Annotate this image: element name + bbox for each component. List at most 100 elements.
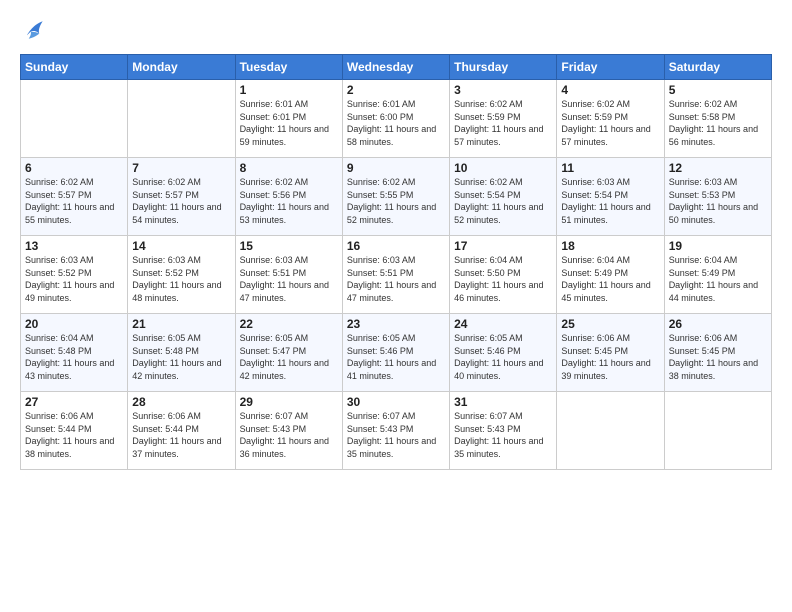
calendar-cell: 7Sunrise: 6:02 AM Sunset: 5:57 PM Daylig… <box>128 158 235 236</box>
weekday-header-row: SundayMondayTuesdayWednesdayThursdayFrid… <box>21 55 772 80</box>
day-info: Sunrise: 6:03 AM Sunset: 5:52 PM Dayligh… <box>132 254 230 304</box>
day-number: 29 <box>240 395 338 409</box>
day-info: Sunrise: 6:02 AM Sunset: 5:59 PM Dayligh… <box>561 98 659 148</box>
day-info: Sunrise: 6:07 AM Sunset: 5:43 PM Dayligh… <box>240 410 338 460</box>
day-info: Sunrise: 6:01 AM Sunset: 6:01 PM Dayligh… <box>240 98 338 148</box>
calendar-cell: 21Sunrise: 6:05 AM Sunset: 5:48 PM Dayli… <box>128 314 235 392</box>
calendar-cell: 25Sunrise: 6:06 AM Sunset: 5:45 PM Dayli… <box>557 314 664 392</box>
day-number: 2 <box>347 83 445 97</box>
day-number: 12 <box>669 161 767 175</box>
calendar-cell <box>21 80 128 158</box>
day-number: 11 <box>561 161 659 175</box>
day-number: 26 <box>669 317 767 331</box>
calendar-cell: 9Sunrise: 6:02 AM Sunset: 5:55 PM Daylig… <box>342 158 449 236</box>
day-number: 31 <box>454 395 552 409</box>
day-number: 5 <box>669 83 767 97</box>
week-row-3: 20Sunrise: 6:04 AM Sunset: 5:48 PM Dayli… <box>21 314 772 392</box>
calendar-cell: 10Sunrise: 6:02 AM Sunset: 5:54 PM Dayli… <box>450 158 557 236</box>
weekday-header-tuesday: Tuesday <box>235 55 342 80</box>
week-row-4: 27Sunrise: 6:06 AM Sunset: 5:44 PM Dayli… <box>21 392 772 470</box>
day-info: Sunrise: 6:06 AM Sunset: 5:44 PM Dayligh… <box>132 410 230 460</box>
day-info: Sunrise: 6:02 AM Sunset: 5:58 PM Dayligh… <box>669 98 767 148</box>
day-number: 10 <box>454 161 552 175</box>
day-number: 4 <box>561 83 659 97</box>
calendar-cell: 17Sunrise: 6:04 AM Sunset: 5:50 PM Dayli… <box>450 236 557 314</box>
day-number: 19 <box>669 239 767 253</box>
calendar-cell: 2Sunrise: 6:01 AM Sunset: 6:00 PM Daylig… <box>342 80 449 158</box>
calendar-cell <box>128 80 235 158</box>
day-info: Sunrise: 6:04 AM Sunset: 5:49 PM Dayligh… <box>561 254 659 304</box>
logo <box>20 16 52 44</box>
day-number: 6 <box>25 161 123 175</box>
calendar-cell: 23Sunrise: 6:05 AM Sunset: 5:46 PM Dayli… <box>342 314 449 392</box>
day-info: Sunrise: 6:05 AM Sunset: 5:46 PM Dayligh… <box>347 332 445 382</box>
calendar-cell: 29Sunrise: 6:07 AM Sunset: 5:43 PM Dayli… <box>235 392 342 470</box>
day-number: 27 <box>25 395 123 409</box>
calendar-cell: 22Sunrise: 6:05 AM Sunset: 5:47 PM Dayli… <box>235 314 342 392</box>
day-number: 9 <box>347 161 445 175</box>
calendar-cell: 1Sunrise: 6:01 AM Sunset: 6:01 PM Daylig… <box>235 80 342 158</box>
weekday-header-thursday: Thursday <box>450 55 557 80</box>
day-info: Sunrise: 6:04 AM Sunset: 5:50 PM Dayligh… <box>454 254 552 304</box>
week-row-2: 13Sunrise: 6:03 AM Sunset: 5:52 PM Dayli… <box>21 236 772 314</box>
calendar-cell: 26Sunrise: 6:06 AM Sunset: 5:45 PM Dayli… <box>664 314 771 392</box>
calendar-cell: 18Sunrise: 6:04 AM Sunset: 5:49 PM Dayli… <box>557 236 664 314</box>
day-number: 8 <box>240 161 338 175</box>
day-number: 1 <box>240 83 338 97</box>
day-number: 21 <box>132 317 230 331</box>
day-number: 30 <box>347 395 445 409</box>
day-info: Sunrise: 6:03 AM Sunset: 5:51 PM Dayligh… <box>347 254 445 304</box>
day-number: 22 <box>240 317 338 331</box>
day-number: 25 <box>561 317 659 331</box>
day-info: Sunrise: 6:01 AM Sunset: 6:00 PM Dayligh… <box>347 98 445 148</box>
day-info: Sunrise: 6:06 AM Sunset: 5:45 PM Dayligh… <box>669 332 767 382</box>
day-info: Sunrise: 6:07 AM Sunset: 5:43 PM Dayligh… <box>454 410 552 460</box>
day-number: 14 <box>132 239 230 253</box>
day-info: Sunrise: 6:03 AM Sunset: 5:52 PM Dayligh… <box>25 254 123 304</box>
day-info: Sunrise: 6:02 AM Sunset: 5:59 PM Dayligh… <box>454 98 552 148</box>
week-row-1: 6 Sunrise: 6:02 AM Sunset: 5:57 PM Daylig… <box>21 158 772 236</box>
calendar-cell: 20Sunrise: 6:04 AM Sunset: 5:48 PM Dayli… <box>21 314 128 392</box>
weekday-header-sunday: Sunday <box>21 55 128 80</box>
calendar-cell: 15Sunrise: 6:03 AM Sunset: 5:51 PM Dayli… <box>235 236 342 314</box>
day-number: 15 <box>240 239 338 253</box>
calendar-cell: 31Sunrise: 6:07 AM Sunset: 5:43 PM Dayli… <box>450 392 557 470</box>
day-number: 24 <box>454 317 552 331</box>
day-info: Sunrise: 6:06 AM Sunset: 5:44 PM Dayligh… <box>25 410 123 460</box>
calendar-cell: 13Sunrise: 6:03 AM Sunset: 5:52 PM Dayli… <box>21 236 128 314</box>
calendar-cell: 5Sunrise: 6:02 AM Sunset: 5:58 PM Daylig… <box>664 80 771 158</box>
day-info: Sunrise: 6:03 AM Sunset: 5:53 PM Dayligh… <box>669 176 767 226</box>
calendar-cell: 14Sunrise: 6:03 AM Sunset: 5:52 PM Dayli… <box>128 236 235 314</box>
calendar-cell: 28Sunrise: 6:06 AM Sunset: 5:44 PM Dayli… <box>128 392 235 470</box>
day-info: Sunrise: 6:05 AM Sunset: 5:48 PM Dayligh… <box>132 332 230 382</box>
calendar-cell: 6Sunrise: 6:02 AM Sunset: 5:57 PM Daylig… <box>21 158 128 236</box>
calendar-cell: 4Sunrise: 6:02 AM Sunset: 5:59 PM Daylig… <box>557 80 664 158</box>
day-number: 28 <box>132 395 230 409</box>
day-number: 16 <box>347 239 445 253</box>
calendar-cell: 16Sunrise: 6:03 AM Sunset: 5:51 PM Dayli… <box>342 236 449 314</box>
calendar-cell: 11Sunrise: 6:03 AM Sunset: 5:54 PM Dayli… <box>557 158 664 236</box>
calendar-cell <box>664 392 771 470</box>
calendar-cell: 8Sunrise: 6:02 AM Sunset: 5:56 PM Daylig… <box>235 158 342 236</box>
weekday-header-monday: Monday <box>128 55 235 80</box>
week-row-0: 1Sunrise: 6:01 AM Sunset: 6:01 PM Daylig… <box>21 80 772 158</box>
day-number: 7 <box>132 161 230 175</box>
day-info: Sunrise: 6:02 AM Sunset: 5:54 PM Dayligh… <box>454 176 552 226</box>
calendar-cell: 27Sunrise: 6:06 AM Sunset: 5:44 PM Dayli… <box>21 392 128 470</box>
weekday-header-saturday: Saturday <box>664 55 771 80</box>
day-info: Sunrise: 6:03 AM Sunset: 5:51 PM Dayligh… <box>240 254 338 304</box>
header <box>20 16 772 44</box>
day-info: Sunrise: 6:02 AM Sunset: 5:57 PM Dayligh… <box>132 176 230 226</box>
day-number: 18 <box>561 239 659 253</box>
day-info: Sunrise: 6:05 AM Sunset: 5:47 PM Dayligh… <box>240 332 338 382</box>
calendar-table: SundayMondayTuesdayWednesdayThursdayFrid… <box>20 54 772 470</box>
calendar-cell: 12Sunrise: 6:03 AM Sunset: 5:53 PM Dayli… <box>664 158 771 236</box>
day-info: Sunrise: 6:05 AM Sunset: 5:46 PM Dayligh… <box>454 332 552 382</box>
calendar-cell <box>557 392 664 470</box>
calendar-cell: 3Sunrise: 6:02 AM Sunset: 5:59 PM Daylig… <box>450 80 557 158</box>
day-info: Sunrise: 6:02 AM Sunset: 5:55 PM Dayligh… <box>347 176 445 226</box>
weekday-header-friday: Friday <box>557 55 664 80</box>
day-info: Sunrise: 6:04 AM Sunset: 5:49 PM Dayligh… <box>669 254 767 304</box>
calendar-cell: 24Sunrise: 6:05 AM Sunset: 5:46 PM Dayli… <box>450 314 557 392</box>
day-info: Sunrise: 6:06 AM Sunset: 5:45 PM Dayligh… <box>561 332 659 382</box>
